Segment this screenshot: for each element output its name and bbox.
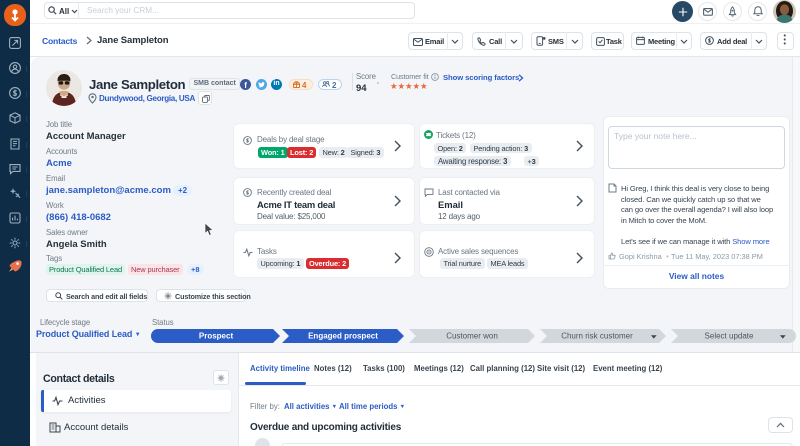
svg-text:Engaged prospect: Engaged prospect [308,332,378,341]
svg-text:Churn risk customer: Churn risk customer [561,332,633,341]
svg-text:Select update: Select update [705,332,754,341]
svg-text:Prospect: Prospect [199,332,234,341]
svg-text:Customer won: Customer won [446,332,498,341]
